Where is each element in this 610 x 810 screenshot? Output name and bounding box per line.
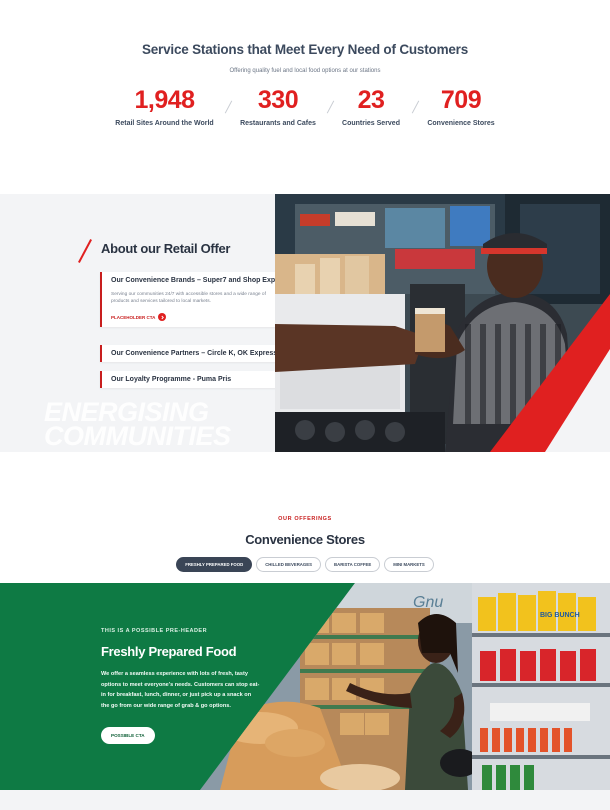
stat-divider <box>224 100 233 114</box>
accordion-body: Serving our communities 24/7 with access… <box>102 289 299 327</box>
accordion-item-brands[interactable]: Our Convenience Brands – Super7 and Shop… <box>100 272 299 327</box>
feature-description: We offer a seamless experience with lots… <box>101 671 260 709</box>
feature-title: Freshly Prepared Food <box>101 644 237 659</box>
accordion-item-partners[interactable]: Our Convenience Partners – Circle K, OK … <box>100 345 303 362</box>
feature-photo: Gnu BIG BUNCH <box>200 583 610 790</box>
possible-cta-button[interactable]: POSSIBLE CTA <box>101 727 155 744</box>
cta-label: PLACEHOLDER CTA <box>111 314 156 320</box>
accordion-header[interactable]: Our Convenience Partners – Circle K, OK … <box>102 345 303 362</box>
watermark-text: ENERGISING COMMUNITIES <box>44 399 231 451</box>
tab-chilled-beverages[interactable]: CHILLED BEVERAGES <box>256 557 321 572</box>
offering-tabs: FRESHLY PREPARED FOOD CHILLED BEVERAGES … <box>0 557 610 572</box>
stat-value: 330 <box>257 86 299 114</box>
stat-value: 1,948 <box>134 86 195 114</box>
stat-divider <box>326 100 335 114</box>
page: Service Stations that Meet Every Need of… <box>0 0 610 810</box>
tab-barista-coffee[interactable]: BARISTA COFFEE <box>324 557 381 572</box>
feature-pre-header: THIS IS A POSSIBLE PRE-HEADER <box>101 628 208 634</box>
retail-heading: About our Retail Offer <box>101 241 231 256</box>
stat-label: Retail Sites Around the World <box>115 120 214 127</box>
stat-retail-sites: 1,948 Retail Sites Around the World <box>113 86 216 127</box>
stats-title: Service Stations that Meet Every Need of… <box>141 42 469 57</box>
watermark-line: COMMUNITIES <box>44 421 231 451</box>
feature-section: Gnu BIG BUNCH THIS IS A POSSIBLE PRE-HEA… <box>0 583 610 790</box>
stat-convenience-stores: 709 Convenience Stores <box>424 86 498 127</box>
stat-label: Restaurants and Cafes <box>240 120 316 127</box>
stat-restaurants: 330 Restaurants and Cafes <box>238 86 318 127</box>
accordion-header[interactable]: Our Convenience Brands – Super7 and Shop… <box>102 272 299 289</box>
accordion-header[interactable]: Our Loyalty Programme - Puma Pris <box>102 371 299 388</box>
stats-section: Service Stations that Meet Every Need of… <box>0 0 610 194</box>
accordion-title: Our Convenience Brands – Super7 and Shop… <box>111 277 290 284</box>
retail-photo <box>275 194 610 452</box>
accordion-description: Serving our communities 24/7 with access… <box>111 292 266 304</box>
placeholder-cta-link[interactable]: PLACEHOLDER CTA <box>111 313 290 321</box>
retail-offer-section: ENERGISING COMMUNITIES About our Retail … <box>0 194 610 452</box>
stat-countries: 23 Countries Served <box>338 86 404 127</box>
stat-label: Countries Served <box>342 120 400 127</box>
stat-label: Convenience Stores <box>427 120 495 127</box>
tab-mini-markets[interactable]: MINI MARKETS <box>384 557 434 572</box>
offerings-section: OUR OFFERINGS Convenience Stores FRESHLY… <box>0 452 610 583</box>
snack-bag-text: BIG BUNCH <box>540 612 580 619</box>
accordion-item-loyalty[interactable]: Our Loyalty Programme - Puma Pris <box>100 371 299 388</box>
arrow-right-icon <box>158 313 167 321</box>
stats-subtitle: Offering quality fuel and local food opt… <box>229 68 381 74</box>
heading-accent <box>78 239 92 263</box>
accordion-title: Our Loyalty Programme - Puma Pris <box>111 376 232 383</box>
stat-divider <box>411 100 420 114</box>
stat-value: 23 <box>357 86 385 114</box>
footer-strip <box>0 790 610 810</box>
accordion-title: Our Convenience Partners – Circle K, OK … <box>111 350 296 357</box>
tab-freshly-prepared-food[interactable]: FRESHLY PREPARED FOOD <box>176 557 253 572</box>
stat-value: 709 <box>440 86 482 114</box>
offerings-eyebrow: OUR OFFERINGS <box>278 516 332 522</box>
offerings-title: Convenience Stores <box>245 532 365 547</box>
